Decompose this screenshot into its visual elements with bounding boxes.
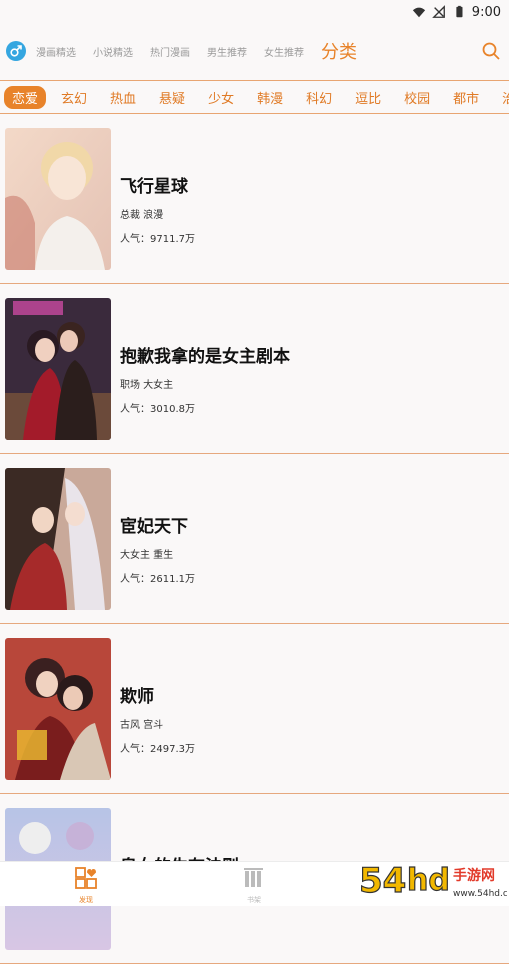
- discover-icon: [75, 867, 97, 889]
- tab-bookshelf-label: 书架: [247, 896, 261, 904]
- comic-cover-image[interactable]: [5, 468, 111, 610]
- category-chip-romance[interactable]: 恋爱: [4, 85, 47, 109]
- tab-female-recommend[interactable]: 女生推荐: [264, 44, 304, 59]
- svg-text:www.54hd.cn: www.54hd.cn: [453, 889, 507, 899]
- status-bar: 9:00: [0, 0, 509, 24]
- comic-title[interactable]: 宦妃天下: [120, 512, 195, 537]
- comic-title[interactable]: 欺师: [120, 682, 195, 707]
- tab-category[interactable]: 分类: [321, 38, 357, 64]
- comic-title[interactable]: 抱歉我拿的是女主剧本: [120, 342, 290, 367]
- category-chip-healing[interactable]: 治: [494, 86, 509, 109]
- top-nav: 漫画精选 小说精选 热门漫画 男生推荐 女生推荐 分类: [0, 30, 509, 72]
- category-chip-urban[interactable]: 都市: [445, 86, 487, 109]
- comic-tags: 古风 宫斗: [120, 720, 164, 731]
- battery-icon: [456, 5, 463, 18]
- category-chip-comedy[interactable]: 逗比: [347, 86, 389, 109]
- category-chip-mystery[interactable]: 悬疑: [151, 86, 193, 109]
- watermark-logo: 54 hd 手游网 www.54hd.cn: [357, 854, 509, 904]
- comic-title[interactable]: 飞行星球: [120, 172, 195, 197]
- tab-bookshelf[interactable]: 书架: [224, 866, 284, 905]
- status-time: 9:00: [471, 4, 501, 20]
- category-chip-korean[interactable]: 韩漫: [249, 86, 291, 109]
- comic-card[interactable]: 飞行星球 总裁 浪漫 人气：9711.7万: [0, 114, 509, 284]
- comic-tags: 总裁 浪漫: [120, 210, 164, 221]
- comic-cover-image[interactable]: [5, 298, 111, 440]
- comic-card[interactable]: 宦妃天下 大女主 重生 人气：2611.1万: [0, 454, 509, 624]
- category-filter-row: 恋爱 玄幻 热血 悬疑 少女 韩漫 科幻 逗比 校园 都市 治: [0, 80, 509, 114]
- comic-popularity: 人气：3010.8万: [120, 404, 195, 415]
- wifi-icon: [412, 7, 425, 18]
- comic-tags: 大女主 重生: [120, 550, 174, 561]
- category-chip-scifi[interactable]: 科幻: [298, 86, 340, 109]
- tab-discover-label: 发现: [79, 896, 93, 904]
- comic-tags: 职场 大女主: [120, 380, 174, 391]
- tab-hot-manga[interactable]: 热门漫画: [150, 44, 190, 59]
- category-chip-fantasy[interactable]: 玄幻: [53, 86, 95, 109]
- category-chip-shoujo[interactable]: 少女: [200, 86, 242, 109]
- comic-card[interactable]: 欺师 古风 宫斗 人气：2497.3万: [0, 624, 509, 794]
- svg-text:手游网: 手游网: [453, 867, 495, 884]
- category-chip-action[interactable]: 热血: [102, 86, 144, 109]
- tab-discover[interactable]: 发现: [56, 866, 116, 905]
- tab-novel-picks[interactable]: 小说精选: [93, 44, 133, 59]
- comic-cover-image[interactable]: [5, 128, 111, 270]
- no-signal-icon: [431, 5, 445, 18]
- comic-popularity: 人气：2497.3万: [120, 744, 195, 755]
- comic-card[interactable]: 抱歉我拿的是女主剧本 职场 大女主 人气：3010.8万: [0, 284, 509, 454]
- bookshelf-icon: [244, 868, 263, 887]
- male-gender-icon[interactable]: [6, 41, 26, 61]
- comic-list: 飞行星球 总裁 浪漫 人气：9711.7万 抱歉我拿的是女主剧本 职场 大女主 …: [0, 114, 509, 964]
- tab-male-recommend[interactable]: 男生推荐: [207, 44, 247, 59]
- svg-text:54: 54: [359, 861, 406, 901]
- comic-popularity: 人气：2611.1万: [120, 574, 195, 585]
- svg-text:hd: hd: [407, 863, 450, 898]
- category-chip-campus[interactable]: 校园: [396, 86, 438, 109]
- comic-popularity: 人气：9711.7万: [120, 234, 195, 245]
- tab-manga-picks[interactable]: 漫画精选: [36, 44, 76, 59]
- comic-cover-image[interactable]: [5, 638, 111, 780]
- search-icon[interactable]: [481, 41, 501, 61]
